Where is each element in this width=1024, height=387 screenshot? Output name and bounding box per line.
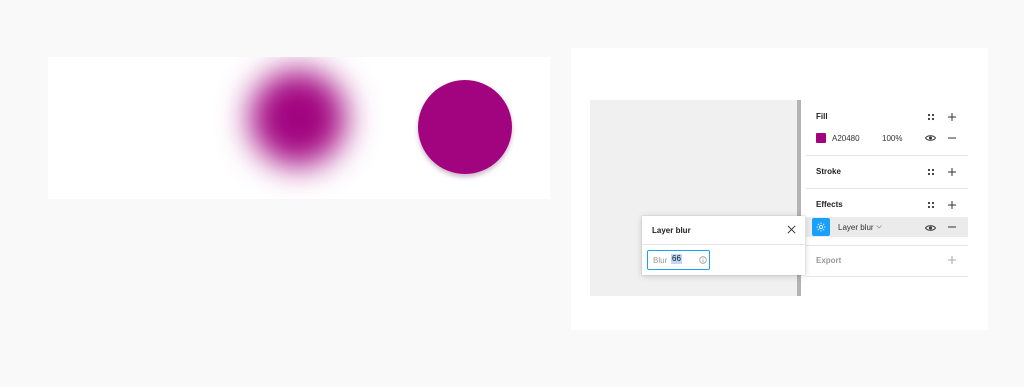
- fill-color-swatch[interactable]: [816, 133, 826, 143]
- fill-hex-value[interactable]: A20480: [832, 134, 860, 143]
- effect-settings-button[interactable]: [812, 218, 830, 236]
- remove-effect-minus-icon[interactable]: [947, 222, 957, 232]
- add-effect-plus-icon[interactable]: [947, 200, 957, 210]
- close-icon[interactable]: [787, 225, 796, 234]
- sharp-circle: [418, 80, 512, 174]
- effect-visibility-eye-icon[interactable]: [925, 224, 936, 232]
- demo-canvas: [48, 57, 550, 199]
- sun-icon: [816, 222, 826, 232]
- popup-title: Layer blur: [652, 226, 691, 235]
- add-fill-plus-icon[interactable]: [947, 112, 957, 122]
- stroke-section-title: Stroke: [816, 167, 841, 176]
- chevron-down-icon[interactable]: [876, 225, 882, 229]
- popup-divider: [642, 244, 805, 245]
- blur-input-value[interactable]: 66: [671, 254, 682, 264]
- effect-row-layer-blur[interactable]: [806, 217, 968, 237]
- blurred-circle: [250, 70, 346, 166]
- effects-section-title: Effects: [816, 200, 843, 209]
- fill-section-title: Fill: [816, 112, 828, 121]
- fill-style-grid-icon[interactable]: [927, 113, 935, 121]
- fill-opacity-value[interactable]: 100%: [882, 134, 902, 143]
- section-divider: [806, 188, 968, 189]
- export-section-title: Export: [816, 256, 842, 265]
- add-export-plus-icon[interactable]: [947, 255, 957, 265]
- add-stroke-plus-icon[interactable]: [947, 167, 957, 177]
- effects-style-grid-icon[interactable]: [927, 201, 935, 209]
- section-divider: [806, 155, 968, 156]
- effect-type-select[interactable]: Layer blur: [838, 223, 874, 232]
- stroke-style-grid-icon[interactable]: [927, 168, 935, 176]
- section-divider: [806, 245, 968, 246]
- info-icon[interactable]: [699, 256, 707, 264]
- remove-fill-minus-icon[interactable]: [947, 133, 957, 143]
- section-divider: [806, 276, 968, 277]
- fill-visibility-eye-icon[interactable]: [925, 134, 936, 142]
- blur-input-label: Blur: [653, 256, 668, 265]
